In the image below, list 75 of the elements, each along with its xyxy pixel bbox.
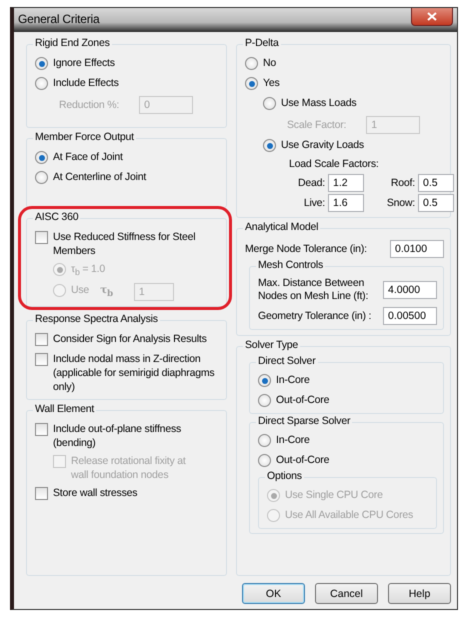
option-label: Include Effects <box>53 76 119 90</box>
field-label: Max. Distance Between Nodes on Mesh Line (ft): <box>258 277 368 303</box>
option-label: τ$_{b}$ = 1.0 <box>71 262 105 280</box>
option-label: Use Single CPU Core <box>285 488 383 502</box>
input-field[interactable]: 1.2 <box>328 174 364 192</box>
group-title: Solver Type <box>243 339 300 351</box>
caption-label: Load Scale Factors: <box>289 158 379 170</box>
input-field[interactable]: 4.0000 <box>383 281 437 299</box>
field-label: Roof: <box>390 177 415 189</box>
option-label: Use Mass Loads <box>281 96 356 110</box>
dialog-button[interactable]: OK <box>242 583 305 604</box>
group-title: Options <box>265 470 304 482</box>
option-label: Use Reduced Stiffness for Steel Members <box>53 230 196 258</box>
checkbox[interactable] <box>35 487 48 500</box>
group-title: Response Spectra Analysis <box>33 313 160 326</box>
option-label: Out-of-Core <box>276 393 330 407</box>
field-label: Geometry Tolerance (in) : <box>258 310 372 322</box>
dialog-button[interactable]: Help <box>388 583 451 604</box>
radio-button[interactable] <box>258 454 271 467</box>
group-title: P-Delta <box>243 37 281 49</box>
option-label: Ignore Effects <box>53 56 115 70</box>
checkbox[interactable] <box>35 231 48 244</box>
field-label: Live: <box>302 197 325 209</box>
field-label: Merge Node Tolerance (in): <box>245 242 367 256</box>
window-title: General Criteria <box>18 12 100 26</box>
checkbox[interactable] <box>35 353 48 366</box>
radio-button[interactable] <box>35 57 48 70</box>
close-button[interactable] <box>411 8 453 26</box>
input-field[interactable]: 0.0100 <box>390 240 444 258</box>
radio-button[interactable] <box>258 394 271 407</box>
radio-button[interactable] <box>263 139 276 152</box>
option-label: Out-of-Core <box>276 453 330 467</box>
group-title: Direct Sparse Solver <box>256 415 352 427</box>
option-label: Use <box>71 283 90 298</box>
group-title: Wall Element <box>33 403 96 416</box>
symbol-label: τ$_{b}$ <box>100 283 113 302</box>
option-label: Use All Available CPU Cores <box>285 508 414 522</box>
radio-button[interactable] <box>245 77 258 90</box>
field-label: Snow: <box>386 197 415 209</box>
option-label: Use Gravity Loads <box>281 138 364 152</box>
field-label: Scale Factor: <box>287 118 346 132</box>
option-label: At Centerline of Joint <box>53 170 146 184</box>
radio-button[interactable] <box>35 77 48 90</box>
radio-button[interactable] <box>35 151 48 164</box>
dialog-button[interactable]: Cancel <box>315 583 378 604</box>
input-field[interactable]: 0.00500 <box>383 307 437 325</box>
radio-button[interactable] <box>258 374 271 387</box>
option-label: Consider Sign for Analysis Results <box>53 332 207 346</box>
radio-button[interactable] <box>263 97 276 110</box>
field-label: Dead: <box>296 177 325 189</box>
option-label: Include out-of-plane stiffness (bending) <box>53 422 182 450</box>
field-label: Reduction %: <box>59 98 120 112</box>
group-title: Direct Solver <box>256 355 318 367</box>
input-field[interactable]: 0.5 <box>418 174 454 192</box>
option-label: Store wall stresses <box>53 486 138 500</box>
option-label: Include nodal mass in Z-direction (applicable for semirigid diaphragms only) <box>53 352 216 394</box>
checkbox[interactable] <box>35 423 48 436</box>
close-icon <box>427 12 437 21</box>
group-title: Rigid End Zones <box>33 37 112 49</box>
input-field[interactable]: 1.6 <box>328 194 364 212</box>
input-field[interactable]: 0.5 <box>418 194 454 212</box>
option-label: No <box>263 56 276 70</box>
radio-button[interactable] <box>258 434 271 447</box>
group-title: Analytical Model <box>243 221 320 233</box>
group-title: AISC 360 <box>33 211 80 223</box>
option-label: In-Core <box>276 433 310 447</box>
checkbox[interactable] <box>35 333 48 346</box>
option-label: In-Core <box>276 373 310 387</box>
group-title: Mesh Controls <box>256 259 326 271</box>
option-label: Release rotational fixity at wall foundation nodes <box>71 454 186 482</box>
group-title: Member Force Output <box>33 131 136 143</box>
radio-button[interactable] <box>35 171 48 184</box>
option-label: At Face of Joint <box>53 150 123 164</box>
radio-button[interactable] <box>245 57 258 70</box>
option-label: Yes <box>263 76 280 90</box>
